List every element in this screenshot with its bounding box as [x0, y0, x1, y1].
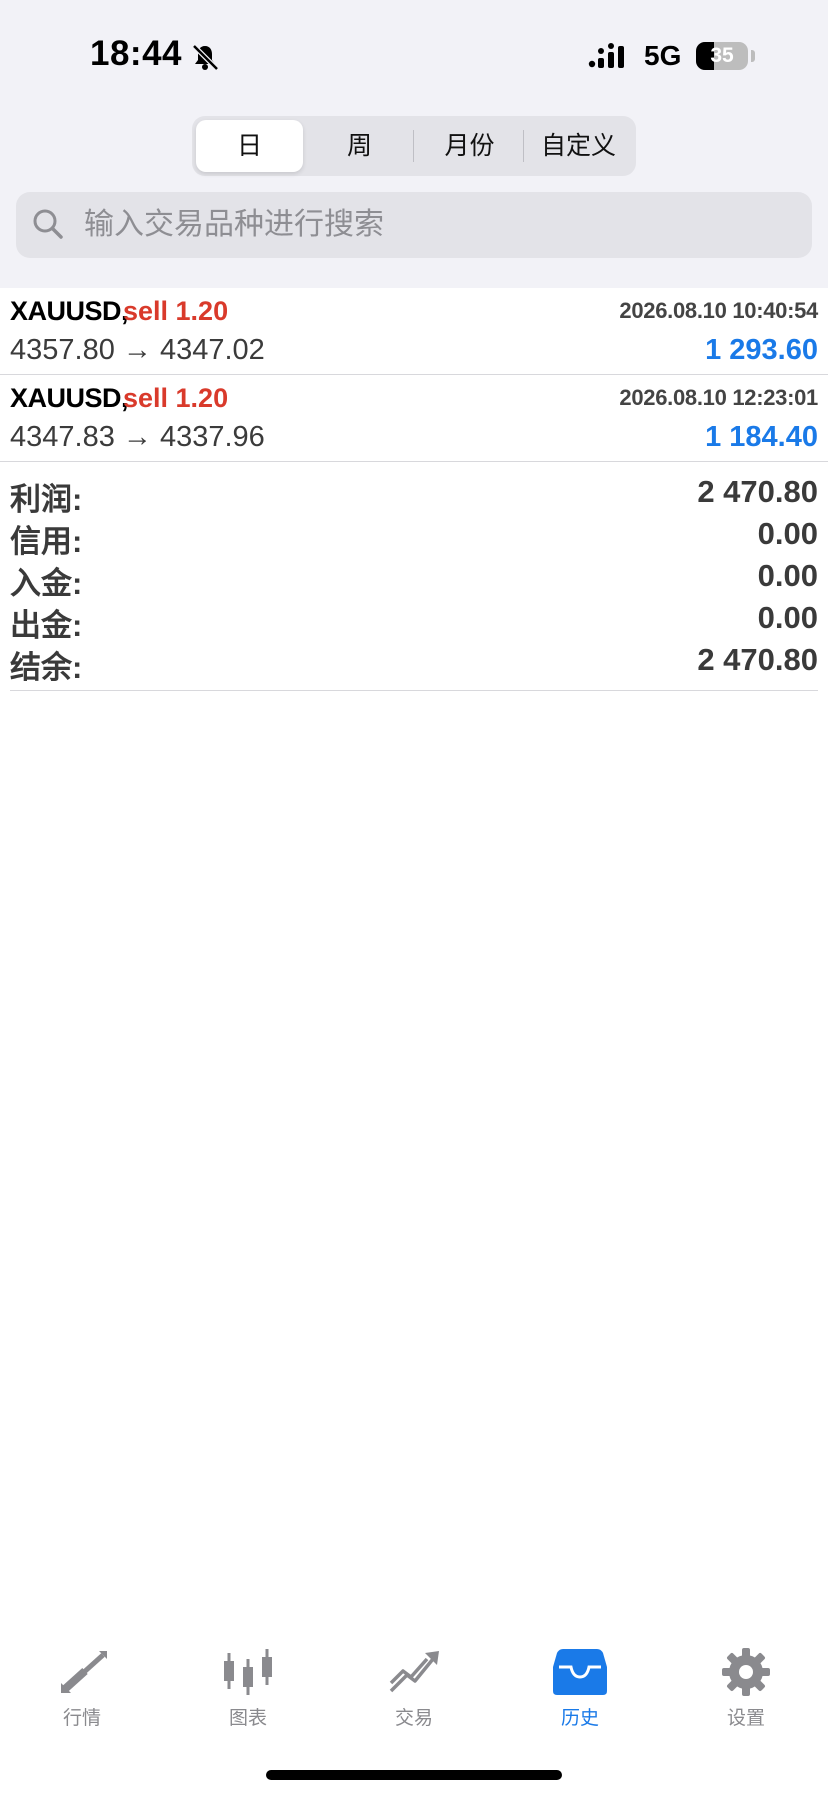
bottom-tab-bar: 行情 图表 交易 历史 设置: [0, 1635, 828, 1735]
summary-profit-row: 利润: 2 470.80: [10, 472, 818, 517]
bell-slash-icon: [192, 44, 219, 71]
network-type: 5G: [644, 40, 682, 71]
summary-label: 利润:: [10, 482, 83, 517]
deal-datetime: 2026.08.10 10:40:54: [619, 298, 818, 323]
summary-value: 0.00: [757, 600, 818, 635]
tab-trade[interactable]: 交易: [354, 1635, 474, 1735]
summary-deposit-row: 入金: 0.00: [10, 556, 818, 601]
summary-value: 0.00: [757, 516, 818, 551]
battery-percent: 35: [710, 44, 734, 67]
deal-prices: 4347.83 → 4337.96: [10, 421, 265, 453]
summary-withdrawal-row: 出金: 0.00: [10, 598, 818, 643]
quotes-arrows-icon: [61, 1651, 107, 1693]
tab-day[interactable]: 日: [196, 120, 303, 172]
deal-symbol: XAUUSD,: [10, 296, 129, 326]
summary-value: 2 470.80: [697, 642, 818, 677]
tab-label: 历史: [560, 1708, 599, 1729]
header-area: 18:44 5G 35 日 周 月份 自定义: [0, 0, 828, 288]
summary-value: 2 470.80: [697, 474, 818, 509]
summary-label: 出金:: [10, 608, 83, 643]
status-time: 18:44: [90, 34, 183, 73]
deal-side: sell 1.20: [123, 296, 229, 326]
search-bar: [16, 192, 812, 258]
tab-label: 行情: [62, 1708, 101, 1729]
deal-row[interactable]: XAUUSD, sell 1.20 2026.08.10 12:23:01 43…: [0, 375, 828, 462]
summary-label: 结余:: [10, 650, 83, 685]
deal-profit: 1 293.60: [705, 334, 818, 366]
deals-list: XAUUSD, sell 1.20 2026.08.10 10:40:54 43…: [0, 288, 828, 462]
signal-icon: [588, 43, 624, 68]
status-bar: 18:44 5G 35: [0, 0, 828, 110]
tab-settings[interactable]: 设置: [686, 1635, 806, 1735]
tab-charts[interactable]: 图表: [188, 1635, 308, 1735]
gear-icon: [722, 1648, 770, 1696]
summary-label: 信用:: [10, 524, 83, 559]
deal-symbol: XAUUSD,: [10, 383, 129, 413]
deal-profit: 1 184.40: [705, 421, 818, 453]
tab-label: 交易: [394, 1708, 433, 1729]
tab-custom[interactable]: 自定义: [525, 120, 632, 172]
search-input[interactable]: [76, 192, 812, 258]
home-indicator: [266, 1770, 562, 1780]
deal-row[interactable]: XAUUSD, sell 1.20 2026.08.10 10:40:54 43…: [0, 288, 828, 375]
tab-month[interactable]: 月份: [416, 120, 523, 172]
summary-credit-row: 信用: 0.00: [10, 514, 818, 559]
deal-datetime: 2026.08.10 12:23:01: [619, 385, 818, 410]
deal-side: sell 1.20: [123, 383, 229, 413]
battery-tip: [751, 50, 755, 62]
deal-prices: 4357.80 → 4347.02: [10, 334, 265, 366]
history-inbox-icon: [553, 1649, 607, 1695]
summary-value: 0.00: [757, 558, 818, 593]
tab-label: 设置: [726, 1708, 765, 1729]
summary-balance-row: 结余: 2 470.80: [10, 640, 818, 685]
summary-label: 入金:: [10, 566, 83, 601]
search-icon: [33, 209, 63, 239]
segment-divider: [413, 130, 414, 162]
period-segmented-control: 日 周 月份 自定义: [192, 116, 636, 176]
battery-icon: 35: [696, 42, 748, 70]
candlestick-chart-icon: [224, 1649, 272, 1695]
trade-trend-icon: [389, 1651, 439, 1693]
tab-label: 图表: [228, 1708, 267, 1729]
tab-week[interactable]: 周: [306, 120, 413, 172]
tab-quotes[interactable]: 行情: [22, 1635, 142, 1735]
tab-history[interactable]: 历史: [520, 1635, 640, 1735]
segment-divider: [523, 130, 524, 162]
account-summary: 利润: 2 470.80 信用: 0.00 入金: 0.00 出金: 0.00 …: [10, 472, 818, 691]
